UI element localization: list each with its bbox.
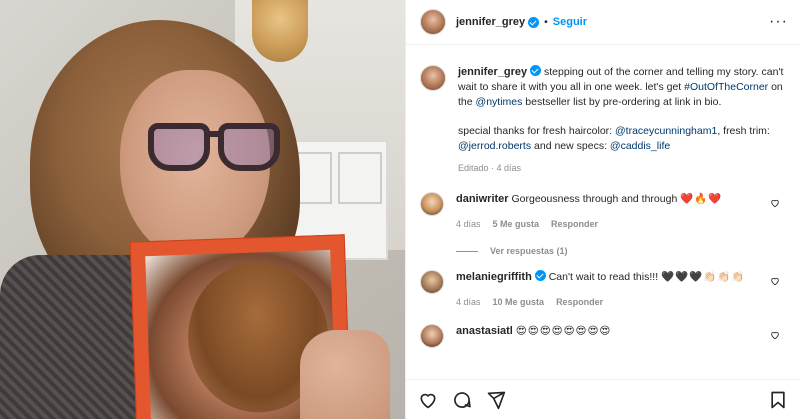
mention-tracey[interactable]: @traceycunningham1 <box>615 125 717 137</box>
view-replies-label[interactable]: Ver respuestas (1) <box>490 246 568 256</box>
comment-body: anastasiatl 😍😍😍😍😍😍😍😍 <box>456 324 786 348</box>
glasses-bridge <box>206 131 222 137</box>
comment-text: Gorgeousness through and through <box>511 193 678 205</box>
author-avatar[interactable] <box>420 9 446 35</box>
comments-area: jennifer_grey stepping out of the corner… <box>406 45 800 379</box>
mention-nytimes[interactable]: @nytimes <box>476 96 523 108</box>
caption-text: jennifer_grey stepping out of the corner… <box>458 65 786 176</box>
more-options-icon[interactable]: ··· <box>769 13 788 31</box>
verified-icon <box>528 16 540 28</box>
post-header: jennifer_grey • Seguir ··· <box>406 0 800 45</box>
instagram-post: jennifer_grey • Seguir ··· jennifer_grey… <box>0 0 800 419</box>
replies-line <box>456 250 478 252</box>
lamp <box>252 0 308 62</box>
heart-icon[interactable] <box>418 390 438 410</box>
caption-text-5: , fresh trim: <box>717 125 770 137</box>
comment-username[interactable]: daniwriter <box>456 193 509 205</box>
commenter-avatar[interactable] <box>420 324 444 348</box>
verified-icon <box>534 270 546 281</box>
caption-avatar[interactable] <box>420 65 446 91</box>
hand <box>300 330 390 419</box>
action-bar <box>406 379 800 419</box>
post-photo[interactable] <box>0 0 405 419</box>
separator-dot: • <box>544 16 548 28</box>
caption-username[interactable]: jennifer_grey <box>458 66 527 78</box>
view-replies[interactable]: Ver respuestas (1) <box>456 246 786 256</box>
verified-icon <box>530 65 542 76</box>
comment-body: daniwriter Gorgeousness through and thro… <box>456 192 786 232</box>
comment-username[interactable]: anastasiatl <box>456 325 513 337</box>
commenter-avatar[interactable] <box>420 192 444 216</box>
comment-time: 4 días <box>456 297 481 307</box>
comment-body: melaniegriffith Can't wait to read this!… <box>456 270 786 310</box>
caption-text-4: special thanks for fresh haircolor: <box>458 125 613 137</box>
follow-button[interactable]: Seguir <box>553 16 587 28</box>
comment-time: 4 días <box>456 219 481 229</box>
comment: melaniegriffith Can't wait to read this!… <box>420 270 786 310</box>
comment-actions: 4 días 10 Me gusta Responder <box>456 295 766 310</box>
glasses-right-lens <box>218 123 280 171</box>
comment-username[interactable]: melaniegriffith <box>456 271 532 283</box>
caption: jennifer_grey stepping out of the corner… <box>420 65 786 176</box>
commenter-avatar[interactable] <box>420 270 444 294</box>
caption-text-6: and new specs: <box>534 140 607 152</box>
reply-button[interactable]: Responder <box>556 295 603 310</box>
author-username[interactable]: jennifer_grey <box>456 16 525 28</box>
caption-text-3: bestseller list by pre-ordering at link … <box>525 96 722 108</box>
comment: anastasiatl 😍😍😍😍😍😍😍😍 <box>420 324 786 348</box>
heart-icon[interactable] <box>770 276 780 286</box>
caption-meta: Editado · 4 días <box>458 163 522 173</box>
comment-text: Can't wait to read this!!! <box>548 271 659 283</box>
comment-emoji: ❤️🔥❤️ <box>680 193 723 205</box>
comment: daniwriter Gorgeousness through and thro… <box>420 192 786 232</box>
post-side-panel: jennifer_grey • Seguir ··· jennifer_grey… <box>405 0 800 419</box>
mention-jerrod[interactable]: @jerrod.roberts <box>458 140 531 152</box>
comment-icon[interactable] <box>452 390 472 410</box>
comment-emoji: 😍😍😍😍😍😍😍😍 <box>515 325 612 337</box>
comment-emoji: 🖤🖤🖤👏🏻👏🏻👏🏻 <box>661 271 746 283</box>
reply-button[interactable]: Responder <box>551 217 598 232</box>
mention-caddis[interactable]: @caddis_life <box>610 140 670 152</box>
share-icon[interactable] <box>486 390 506 410</box>
heart-icon[interactable] <box>770 330 780 340</box>
comment-likes[interactable]: 5 Me gusta <box>493 217 540 232</box>
glasses-left-lens <box>148 123 210 171</box>
bookmark-icon[interactable] <box>768 390 788 410</box>
comment-actions: 4 días 5 Me gusta Responder <box>456 217 766 232</box>
hashtag-link[interactable]: #OutOfTheCorner <box>684 81 768 93</box>
heart-icon[interactable] <box>770 198 780 208</box>
comment-likes[interactable]: 10 Me gusta <box>493 295 545 310</box>
